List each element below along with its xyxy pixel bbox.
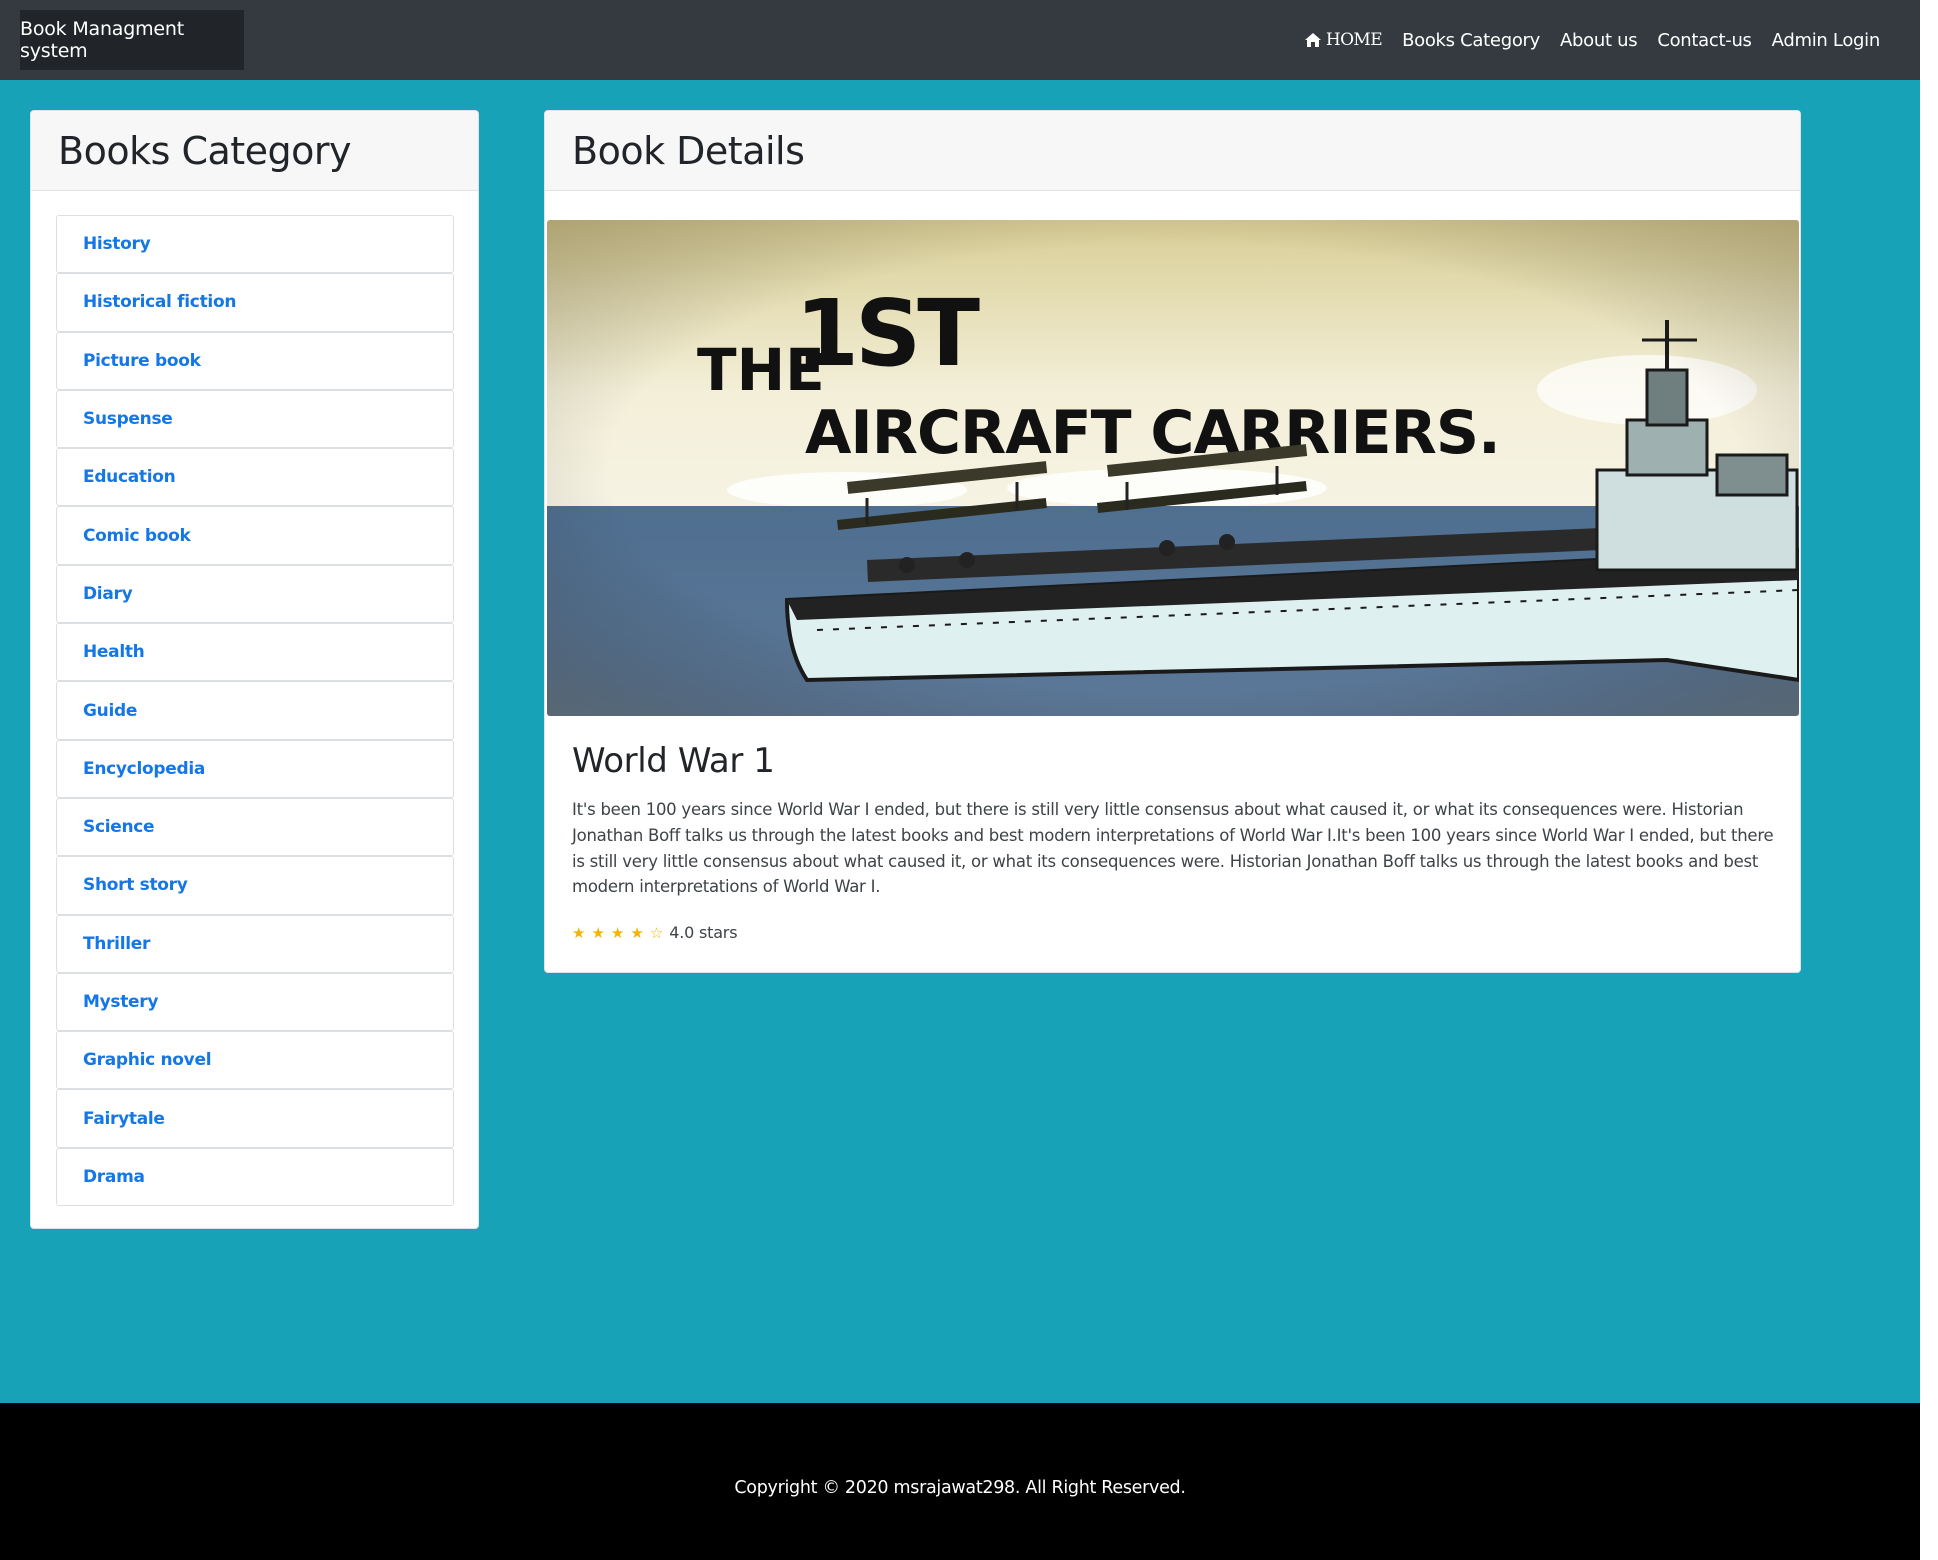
footer: Copyright © 2020 msrajawat298. All Right… bbox=[0, 1403, 1920, 1560]
category-item[interactable]: Drama bbox=[56, 1147, 454, 1207]
navbar: Book Managment system HOME Books Categor… bbox=[0, 0, 1920, 80]
nav-contact-link[interactable]: Contact-us bbox=[1647, 30, 1761, 51]
category-link[interactable]: Thriller bbox=[83, 934, 150, 954]
category-link[interactable]: Fairytale bbox=[83, 1109, 165, 1129]
category-item[interactable]: Health bbox=[56, 623, 454, 682]
category-item[interactable]: Short story bbox=[56, 856, 454, 915]
category-item[interactable]: Suspense bbox=[56, 389, 454, 449]
star-filled-icon: ★ bbox=[630, 924, 644, 942]
category-item[interactable]: Mystery bbox=[56, 972, 454, 1032]
category-link[interactable]: Encyclopedia bbox=[83, 759, 205, 779]
book-details-header: Book Details bbox=[545, 111, 1800, 191]
book-title: World War 1 bbox=[572, 741, 775, 781]
category-item[interactable]: Encyclopedia bbox=[56, 739, 454, 798]
category-card-header: Books Category bbox=[31, 111, 478, 191]
nav-home-label: HOME bbox=[1325, 30, 1383, 50]
nav-links: HOME Books Category About us Contact-us … bbox=[1295, 30, 1890, 51]
category-item[interactable]: Fairytale bbox=[56, 1089, 454, 1148]
nav-admin-login-link[interactable]: Admin Login bbox=[1762, 30, 1890, 51]
book-description: It's been 100 years since World War I en… bbox=[572, 800, 1774, 897]
category-list: History Historical fiction Picture book Sus… bbox=[56, 215, 454, 1207]
rating-stars: ★ ★ ★ ★ ☆ bbox=[572, 923, 669, 942]
category-item[interactable]: Picture book bbox=[56, 331, 454, 390]
category-link[interactable]: Health bbox=[83, 642, 145, 662]
book-rating: ★ ★ ★ ★ ☆ 4.0 stars bbox=[572, 923, 738, 942]
category-item[interactable]: Graphic novel bbox=[56, 1031, 454, 1090]
category-link[interactable]: Mystery bbox=[83, 992, 158, 1012]
home-icon bbox=[1304, 33, 1321, 47]
category-link[interactable]: Comic book bbox=[83, 526, 191, 546]
brand-logo[interactable]: Book Managment system bbox=[20, 10, 244, 70]
rating-label: 4.0 stars bbox=[669, 923, 738, 942]
category-link[interactable]: Guide bbox=[83, 701, 137, 721]
cover-headline-big: 1ST bbox=[795, 280, 980, 387]
page-edge bbox=[1920, 0, 1938, 1560]
star-filled-icon: ★ bbox=[610, 924, 625, 942]
category-item[interactable]: History bbox=[56, 215, 454, 274]
category-link[interactable]: Science bbox=[83, 817, 155, 837]
category-card: Books Category History Historical fiction… bbox=[30, 110, 479, 1229]
category-link[interactable]: Education bbox=[83, 467, 176, 487]
category-item[interactable]: Science bbox=[56, 797, 454, 857]
nav-about-link[interactable]: About us bbox=[1550, 30, 1647, 51]
book-details-card: Book Details THE 1ST AIRCRAFT CARRIERS. … bbox=[544, 110, 1801, 973]
category-link[interactable]: Suspense bbox=[83, 409, 173, 429]
nav-books-category-link[interactable]: Books Category bbox=[1392, 30, 1550, 51]
category-link[interactable]: Historical fiction bbox=[83, 292, 236, 312]
category-item[interactable]: Guide bbox=[56, 681, 454, 740]
category-card-title: Books Category bbox=[58, 128, 352, 173]
category-item[interactable]: Thriller bbox=[56, 914, 454, 973]
aircraft-carrier-illustration: THE 1ST AIRCRAFT CARRIERS. bbox=[547, 220, 1799, 716]
category-item[interactable]: Comic book bbox=[56, 506, 454, 565]
nav-home-link[interactable]: HOME bbox=[1295, 30, 1392, 50]
book-cover-image: THE 1ST AIRCRAFT CARRIERS. bbox=[547, 220, 1799, 716]
book-details-title: Book Details bbox=[572, 128, 805, 173]
category-item[interactable]: Historical fiction bbox=[56, 273, 454, 332]
footer-copyright: Copyright © 2020 msrajawat298. All Right… bbox=[734, 1477, 1186, 1498]
category-item[interactable]: Diary bbox=[56, 564, 454, 624]
category-link[interactable]: Diary bbox=[83, 584, 133, 604]
cover-headline-line2: AIRCRAFT CARRIERS. bbox=[805, 398, 1500, 468]
star-empty-icon: ☆ bbox=[649, 924, 664, 942]
star-filled-icon: ★ bbox=[591, 924, 605, 942]
category-item[interactable]: Education bbox=[56, 448, 454, 507]
category-link[interactable]: Short story bbox=[83, 875, 188, 895]
category-link[interactable]: Drama bbox=[83, 1167, 145, 1187]
star-filled-icon: ★ bbox=[572, 924, 586, 942]
category-link[interactable]: Graphic novel bbox=[83, 1050, 212, 1070]
page: Book Managment system HOME Books Categor… bbox=[0, 0, 1920, 1560]
category-link[interactable]: History bbox=[83, 234, 151, 254]
category-link[interactable]: Picture book bbox=[83, 351, 201, 371]
